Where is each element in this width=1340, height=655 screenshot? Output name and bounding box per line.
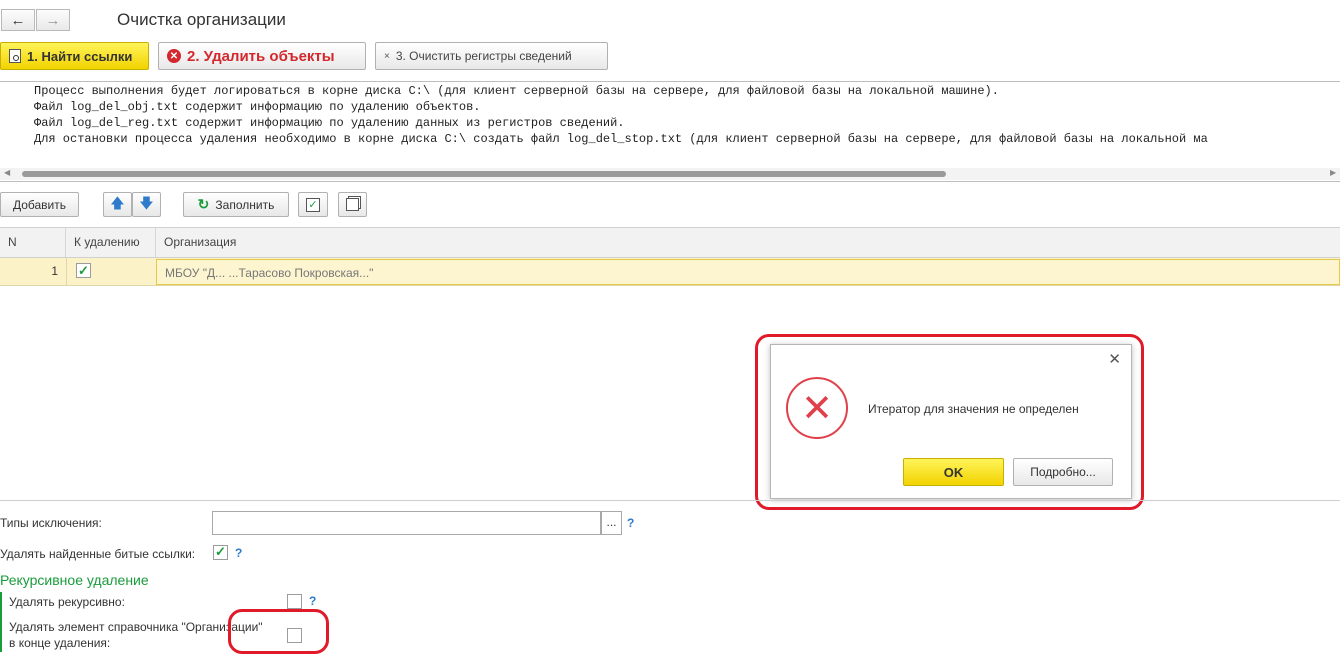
arrow-left-icon: ← xyxy=(10,11,26,29)
uncheck-all-button[interactable] xyxy=(338,192,367,217)
delete-recursive-label: Удалять рекурсивно: xyxy=(9,595,125,609)
delete-objects-button[interactable]: ✕ 2. Удалить объекты xyxy=(158,42,366,70)
error-circle-icon: ✕ xyxy=(786,377,848,439)
cell-to-delete[interactable]: ✓ xyxy=(66,258,156,286)
arrow-up-icon: 🡅 xyxy=(110,194,125,211)
table-header: N К удалению Организация xyxy=(0,227,1340,258)
close-icon[interactable]: ✕ xyxy=(1108,350,1121,368)
organization-value: МБОУ "Д... ...Тарасово Покровская..." xyxy=(165,266,374,280)
find-links-label: 1. Найти ссылки xyxy=(27,48,133,64)
log-line: Для остановки процесса удаления необходи… xyxy=(34,132,1208,146)
check-all-icon: ✓ xyxy=(306,197,320,212)
delete-catalog-item-label-line1: Удалять элемент справочника "Организации… xyxy=(9,620,263,634)
delete-catalog-item-label-line2: в конце удаления: xyxy=(9,636,111,650)
page-title: Очистка организации xyxy=(117,10,286,29)
select-button-label: ... xyxy=(606,515,617,529)
delete-broken-links-label: Удалять найденные битые ссылки: xyxy=(0,547,196,561)
select-button[interactable]: ... xyxy=(601,511,622,535)
log-line: Файл log_del_obj.txt содержит информацию… xyxy=(34,100,481,114)
divider xyxy=(0,500,1340,501)
dialog-message: Итератор для значения не определен xyxy=(868,402,1079,416)
scroll-left-icon[interactable]: ◀ xyxy=(4,168,10,177)
close-small-icon: × xyxy=(384,50,390,62)
table-row[interactable]: 1 ✓ МБОУ "Д... ...Тарасово Покровская...… xyxy=(0,258,1340,286)
exclusion-types-label: Типы исключения: xyxy=(0,516,102,530)
column-header-to-delete[interactable]: К удалению xyxy=(66,228,156,257)
fill-label: Заполнить xyxy=(215,197,275,212)
forward-button[interactable]: → xyxy=(36,9,70,31)
add-button[interactable]: Добавить xyxy=(0,192,79,217)
recursive-section-title: Рекурсивное удаление xyxy=(0,572,149,588)
checkmark-icon: ✓ xyxy=(76,263,91,278)
scroll-right-icon[interactable]: ▶ xyxy=(1330,168,1336,177)
refresh-icon: ↻ xyxy=(197,196,210,212)
details-label: Подробно... xyxy=(1030,465,1096,479)
arrow-right-icon: → xyxy=(45,11,61,29)
error-icon: ✕ xyxy=(167,49,181,63)
delete-broken-links-checkbox[interactable]: ✓ xyxy=(213,544,228,560)
uncheck-all-icon xyxy=(346,198,359,211)
find-icon xyxy=(9,49,21,63)
find-links-button[interactable]: 1. Найти ссылки xyxy=(0,42,149,70)
details-button[interactable]: Подробно... xyxy=(1013,458,1113,486)
log-text-area[interactable]: Процесс выполнения будет логироваться в … xyxy=(0,81,1340,182)
section-bar xyxy=(0,592,2,652)
clear-registers-button[interactable]: × 3. Очистить регистры сведений xyxy=(375,42,608,70)
scrollbar-thumb[interactable] xyxy=(22,171,946,177)
log-line: Процесс выполнения будет логироваться в … xyxy=(34,84,999,98)
move-down-button[interactable]: 🡇 xyxy=(132,192,161,217)
back-button[interactable]: ← xyxy=(1,9,35,31)
clear-registers-label: 3. Очистить регистры сведений xyxy=(395,49,572,63)
help-icon[interactable]: ? xyxy=(235,546,242,560)
error-dialog: ✕ ✕ Итератор для значения не определен O… xyxy=(770,344,1132,499)
help-icon[interactable]: ? xyxy=(627,516,634,530)
add-label: Добавить xyxy=(12,197,67,212)
checkmark-icon: ✓ xyxy=(215,544,226,559)
check-all-button[interactable]: ✓ xyxy=(298,192,328,217)
delete-objects-label: 2. Удалить объекты xyxy=(187,47,335,65)
exclusion-types-input[interactable] xyxy=(212,511,601,535)
arrow-down-icon: 🡇 xyxy=(139,194,154,211)
column-header-n[interactable]: N xyxy=(0,228,66,257)
delete-catalog-item-checkbox[interactable] xyxy=(287,628,302,643)
cell-n: 1 xyxy=(51,264,58,278)
move-up-button[interactable]: 🡅 xyxy=(103,192,132,217)
ok-button[interactable]: OK xyxy=(903,458,1004,486)
help-icon[interactable]: ? xyxy=(309,594,316,608)
ok-label: OK xyxy=(943,464,964,480)
delete-recursive-checkbox[interactable] xyxy=(287,594,302,609)
log-line: Файл log_del_reg.txt содержит информацию… xyxy=(34,116,625,130)
column-header-organization[interactable]: Организация xyxy=(156,228,1340,257)
fill-button[interactable]: ↻ Заполнить xyxy=(183,192,289,217)
cell-organization[interactable]: МБОУ "Д... ...Тарасово Покровская..." xyxy=(156,259,1340,285)
